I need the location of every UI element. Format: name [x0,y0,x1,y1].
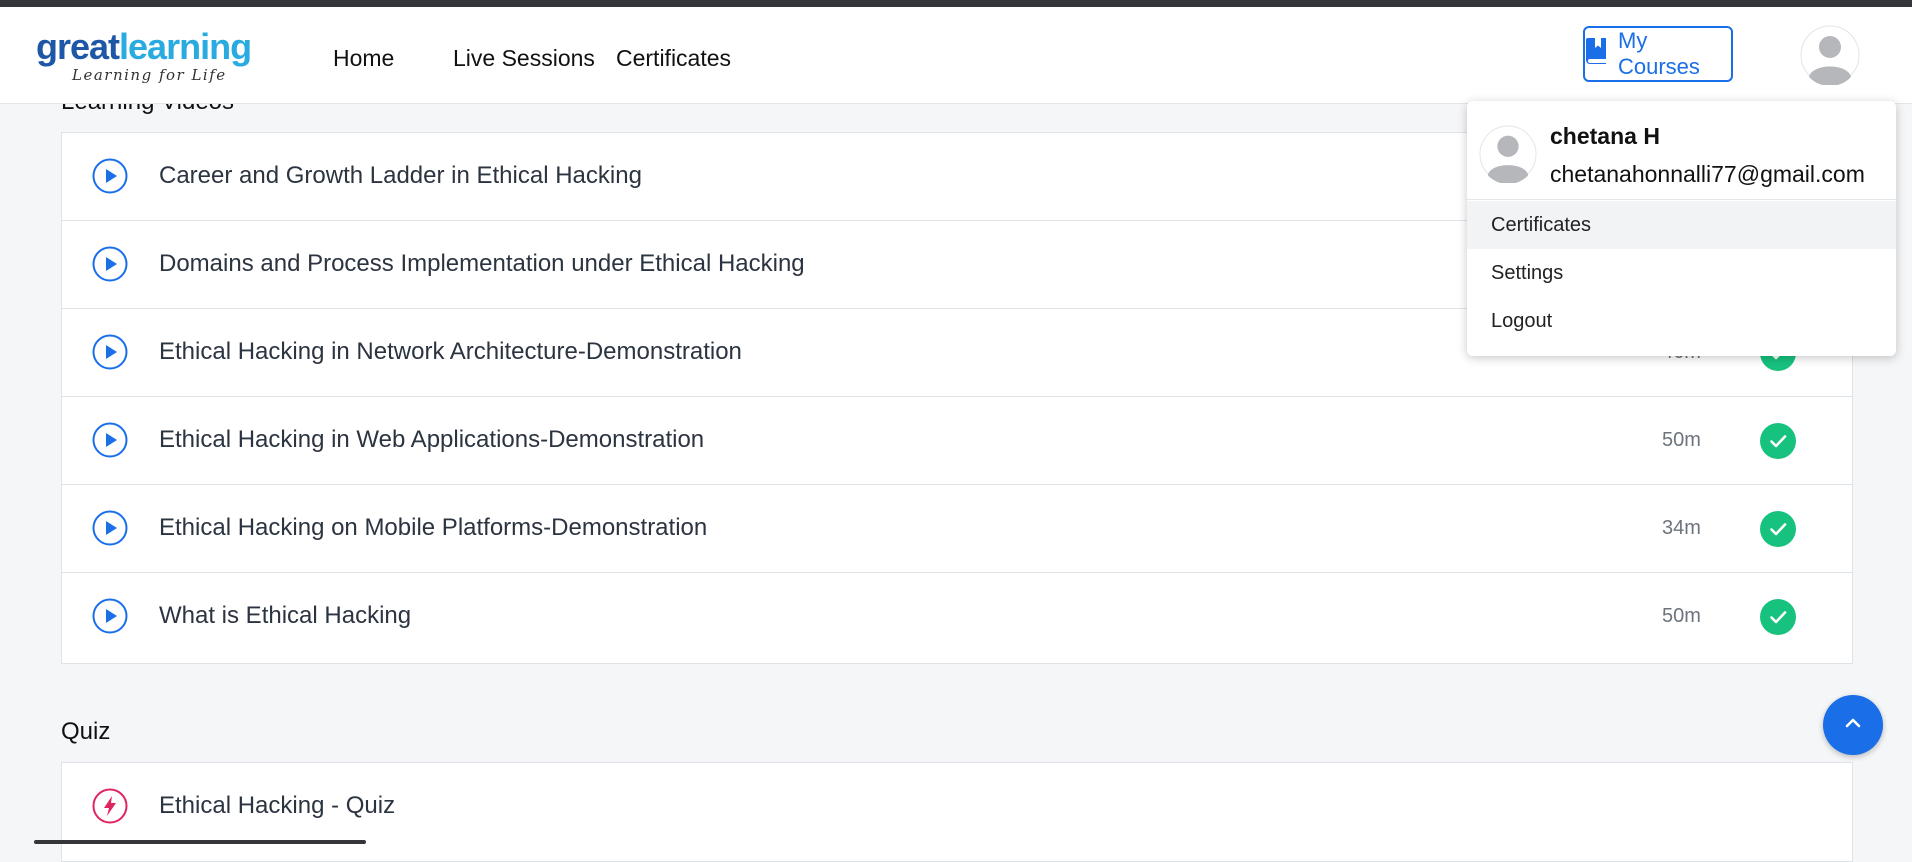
play-icon [92,158,128,194]
video-row[interactable]: Ethical Hacking on Mobile Platforms-Demo… [62,485,1852,573]
nav-certificates[interactable]: Certificates [616,45,731,72]
logo-part-great: great [36,26,120,67]
quiz-heading: Quiz [61,718,111,745]
nav-home[interactable]: Home [333,45,394,72]
video-row[interactable]: What is Ethical Hacking 50m [62,573,1852,661]
user-email: chetanahonnalli77@gmail.com [1550,161,1865,187]
video-duration: 50m [1662,605,1701,627]
video-title: Career and Growth Ladder in Ethical Hack… [159,162,642,189]
video-title: What is Ethical Hacking [159,602,412,629]
video-duration: 50m [1662,429,1701,451]
completed-check-icon [1760,511,1796,547]
quiz-bolt-icon [92,788,128,824]
video-duration: 34m [1662,517,1701,539]
quiz-title: Ethical Hacking - Quiz [159,792,396,819]
play-icon [92,598,128,634]
book-icon [1585,37,1609,71]
video-row[interactable]: Ethical Hacking in Web Applications-Demo… [62,397,1852,485]
completed-check-icon [1760,423,1796,459]
logo-wordmark: greatlearning [36,26,252,67]
quiz-row[interactable]: Ethical Hacking - Quiz [62,763,1852,851]
play-icon [92,334,128,370]
menu-item-settings[interactable]: Settings [1467,249,1896,297]
quiz-list: Ethical Hacking - Quiz [61,762,1853,862]
logo-part-learning: learning [119,26,252,67]
completed-check-icon [1760,599,1796,635]
menu-item-certificates[interactable]: Certificates [1467,201,1896,249]
horizontal-scrollbar[interactable] [34,840,366,844]
browser-top-strip [0,0,1912,7]
my-courses-label: My Courses [1618,28,1700,79]
greatlearning-logo[interactable]: greatlearning Learning for Life [36,26,252,84]
video-title: Ethical Hacking in Web Applications-Demo… [159,426,705,453]
dropdown-avatar [1479,125,1537,184]
nav-live-sessions[interactable]: Live Sessions [453,45,595,72]
play-icon [92,510,128,546]
menu-divider [1467,199,1896,200]
top-header: greatlearning Learning for Life Home Liv… [0,7,1912,104]
profile-dropdown-menu: chetana H chetanahonnalli77@gmail.com Ce… [1467,101,1896,356]
my-courses-button[interactable]: My Courses [1583,26,1733,82]
user-name: chetana H [1550,123,1660,149]
menu-item-logout[interactable]: Logout [1467,297,1896,345]
video-title: Ethical Hacking in Network Architecture-… [159,338,742,365]
play-icon [92,422,128,458]
video-title: Ethical Hacking on Mobile Platforms-Demo… [159,514,708,541]
video-title: Domains and Process Implementation under… [159,250,805,277]
chevron-up-icon [1841,711,1865,740]
scroll-to-top-button[interactable] [1823,695,1883,755]
play-icon [92,246,128,282]
profile-avatar[interactable] [1800,25,1860,87]
logo-tagline: Learning for Life [72,66,227,84]
